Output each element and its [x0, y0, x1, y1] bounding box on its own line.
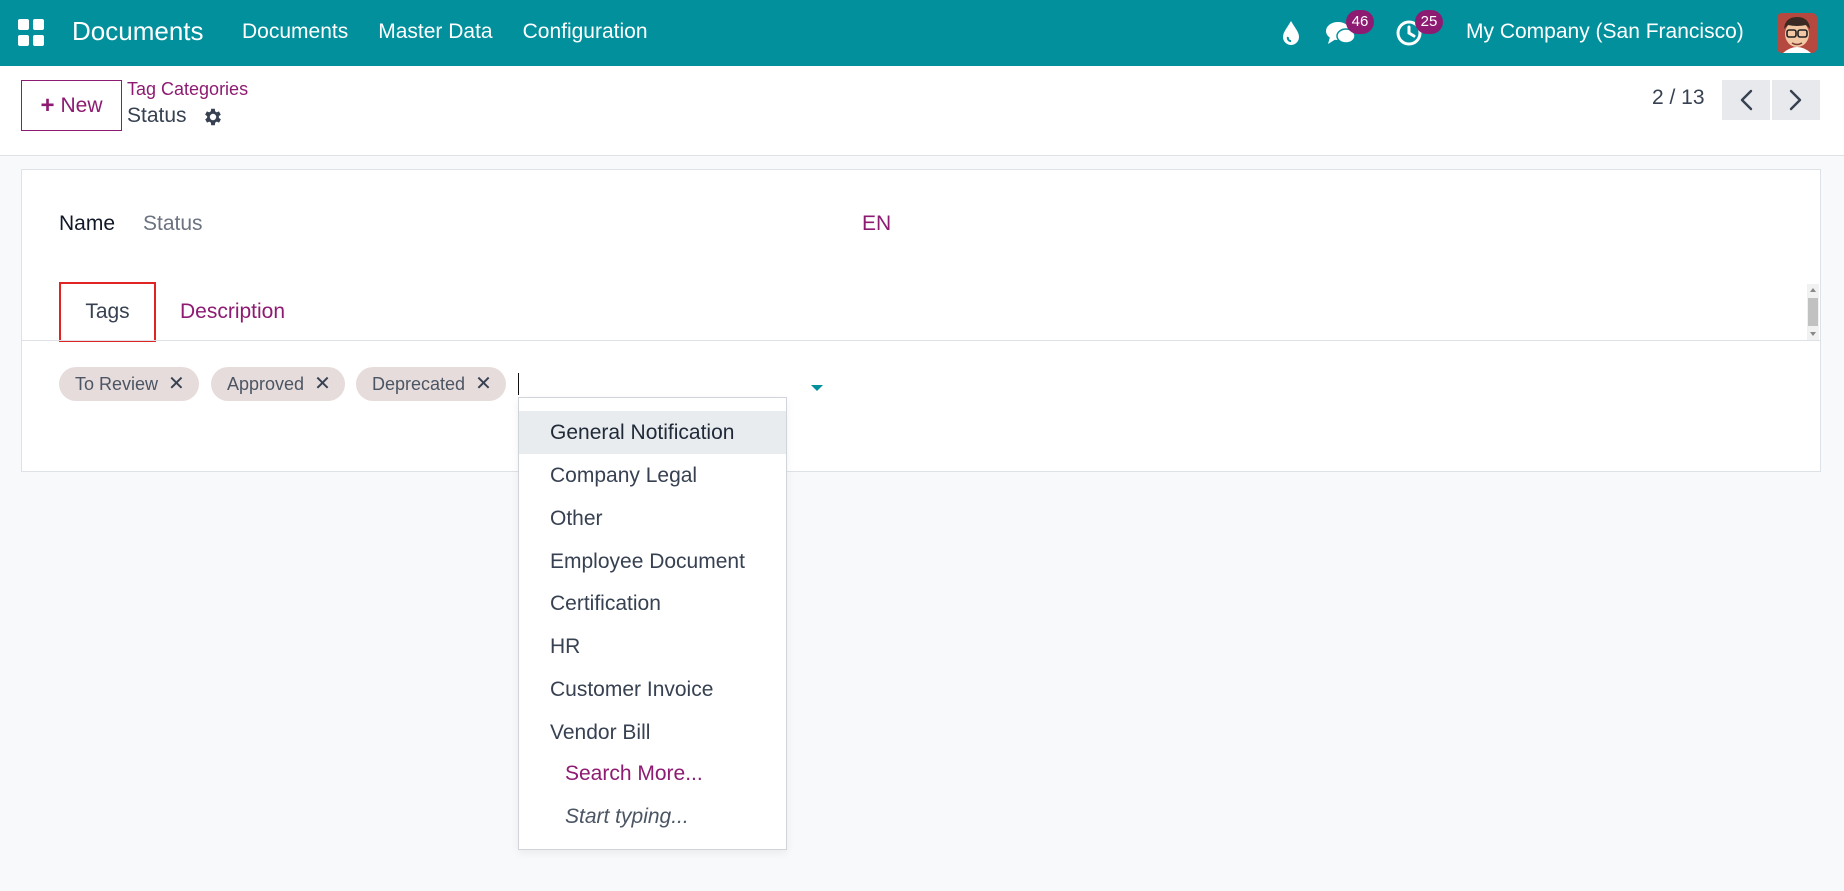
dropdown-item[interactable]: Certification	[519, 582, 786, 625]
name-label: Name	[59, 212, 116, 235]
dropdown-item[interactable]: Vendor Bill	[519, 711, 786, 754]
tag-chip: Approved ✕	[211, 367, 345, 401]
tag-label: Deprecated	[372, 373, 466, 394]
dropdown-item[interactable]: Customer Invoice	[519, 668, 786, 711]
gear-icon[interactable]	[202, 106, 224, 128]
start-typing-hint: Start typing...	[565, 805, 689, 828]
tab-tags[interactable]: Tags	[59, 282, 156, 342]
app-brand[interactable]: Documents	[72, 16, 204, 47]
top-navbar: Documents Documents Master Data Configur…	[0, 0, 1844, 66]
pager-previous-button[interactable]	[1722, 80, 1770, 120]
breadcrumb-tag-categories[interactable]: Tag Categories	[127, 79, 248, 100]
control-panel: + New Tag Categories Status 2 / 13	[0, 66, 1844, 156]
search-more-link[interactable]: Search More...	[565, 762, 703, 786]
name-field[interactable]: Status	[143, 212, 203, 236]
chevron-right-icon	[1789, 89, 1802, 111]
dropdown-item[interactable]: Employee Document	[519, 540, 786, 583]
apps-menu-icon[interactable]	[18, 19, 46, 47]
remove-tag-icon[interactable]: ✕	[314, 374, 331, 394]
dropdown-item[interactable]: Company Legal	[519, 454, 786, 497]
remove-tag-icon[interactable]: ✕	[475, 374, 492, 394]
messages-badge: 46	[1346, 10, 1374, 34]
tag-chip: To Review ✕	[59, 367, 199, 401]
tags-autocomplete-dropdown: General Notification Company Legal Other…	[518, 397, 787, 850]
dropdown-item[interactable]: Other	[519, 497, 786, 540]
avatar[interactable]	[1777, 13, 1817, 53]
language-button[interactable]: EN	[862, 212, 891, 236]
new-button[interactable]: + New	[21, 80, 122, 131]
tabs-divider	[22, 340, 1820, 341]
menu-item-configuration[interactable]: Configuration	[523, 20, 648, 44]
tag-input-cursor[interactable]	[518, 373, 519, 395]
caret-down-icon[interactable]	[811, 385, 823, 391]
menu-item-master-data[interactable]: Master Data	[378, 20, 492, 44]
dropdown-item[interactable]: HR	[519, 625, 786, 668]
company-switcher[interactable]: My Company (San Francisco)	[1466, 20, 1744, 44]
plus-icon: +	[40, 91, 55, 119]
activities-badge: 25	[1415, 10, 1443, 34]
tag-label: Approved	[227, 373, 305, 394]
tabs-scrollbar[interactable]	[1807, 284, 1819, 340]
remove-tag-icon[interactable]: ✕	[168, 374, 185, 394]
chevron-left-icon	[1740, 89, 1753, 111]
pager-value[interactable]: 2 / 13	[1652, 86, 1705, 110]
form-sheet: Name Status EN Tags Description To Revie…	[21, 169, 1821, 472]
new-button-label: New	[60, 93, 103, 117]
breadcrumb-current: Status	[127, 104, 187, 127]
pager-next-button[interactable]	[1772, 80, 1820, 120]
tag-label: To Review	[75, 373, 159, 394]
drop-icon[interactable]	[1280, 20, 1302, 46]
main-menu: Documents Master Data Configuration	[242, 20, 648, 44]
dropdown-item[interactable]: General Notification	[519, 411, 786, 454]
menu-item-documents[interactable]: Documents	[242, 20, 348, 44]
tab-description[interactable]: Description	[180, 300, 285, 324]
tag-chip: Deprecated ✕	[356, 367, 506, 401]
